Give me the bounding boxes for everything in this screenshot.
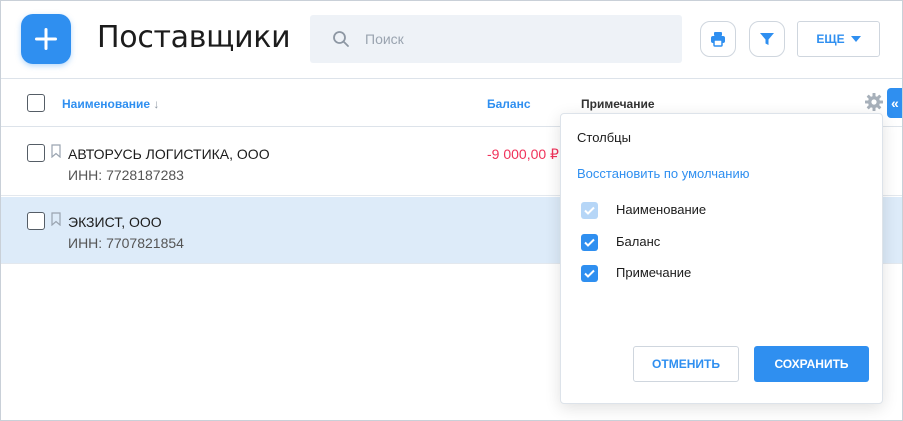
column-option-name: Наименование (581, 200, 706, 220)
checkmark-icon (584, 238, 595, 247)
column-option-checkbox[interactable] (581, 264, 598, 282)
gear-icon[interactable] (864, 92, 884, 112)
column-header-note[interactable]: Примечание (581, 97, 655, 111)
row-checkbox[interactable] (27, 212, 45, 230)
column-option-checkbox[interactable] (581, 233, 598, 251)
column-option-checkbox (581, 201, 598, 219)
sort-arrow-icon: ↓ (153, 97, 160, 111)
columns-settings-popup: Столбцы Восстановить по умолчанию Наимен… (560, 113, 883, 404)
column-option-label: Примечание (616, 265, 692, 280)
column-header-name-label: Наименование (62, 97, 151, 111)
select-all-checkbox[interactable] (27, 94, 45, 112)
page-title: Поставщики (97, 20, 291, 55)
filter-icon (760, 33, 774, 45)
search-input[interactable] (365, 28, 665, 50)
column-option-label: Баланс (616, 234, 661, 249)
printer-icon (711, 32, 725, 47)
column-header-name[interactable]: Наименование ↓ (62, 97, 159, 111)
checkmark-icon (584, 206, 595, 215)
save-button[interactable]: СОХРАНИТЬ (754, 346, 869, 382)
search-icon (333, 31, 349, 47)
supplier-inn: ИНН: 7707821854 (68, 235, 184, 251)
add-supplier-button[interactable] (21, 14, 71, 64)
column-header-balance[interactable]: Баланс (487, 97, 531, 111)
bookmark-icon[interactable] (51, 144, 61, 158)
double-chevron-left-icon: « (891, 95, 899, 111)
reset-defaults-link[interactable]: Восстановить по умолчанию (577, 166, 749, 181)
print-button[interactable] (700, 21, 736, 57)
checkmark-icon (584, 269, 595, 278)
supplier-name[interactable]: АВТОРУСЬ ЛОГИСТИКА, ООО (68, 146, 270, 162)
collapse-panel-button[interactable]: « (887, 88, 902, 118)
column-option-balance[interactable]: Баланс (581, 232, 660, 252)
supplier-inn: ИНН: 7728187283 (68, 167, 184, 183)
cancel-button[interactable]: ОТМЕНИТЬ (633, 346, 739, 382)
caret-down-icon (850, 36, 861, 42)
search-box[interactable] (310, 15, 682, 63)
supplier-name[interactable]: ЭКЗИСТ, ООО (68, 214, 162, 230)
app-window: Поставщики ЕЩЕ Наименование ↓ Бала (0, 0, 903, 421)
more-button[interactable]: ЕЩЕ (797, 21, 880, 57)
supplier-balance: -9 000,00 ₽ (487, 146, 559, 162)
row-checkbox[interactable] (27, 144, 45, 162)
column-option-note[interactable]: Примечание (581, 263, 691, 283)
column-option-label: Наименование (616, 202, 707, 217)
popup-title: Столбцы (577, 130, 631, 145)
filter-button[interactable] (749, 21, 785, 57)
more-button-label: ЕЩЕ (816, 32, 845, 46)
plus-icon (35, 28, 57, 50)
bookmark-icon[interactable] (51, 212, 61, 226)
